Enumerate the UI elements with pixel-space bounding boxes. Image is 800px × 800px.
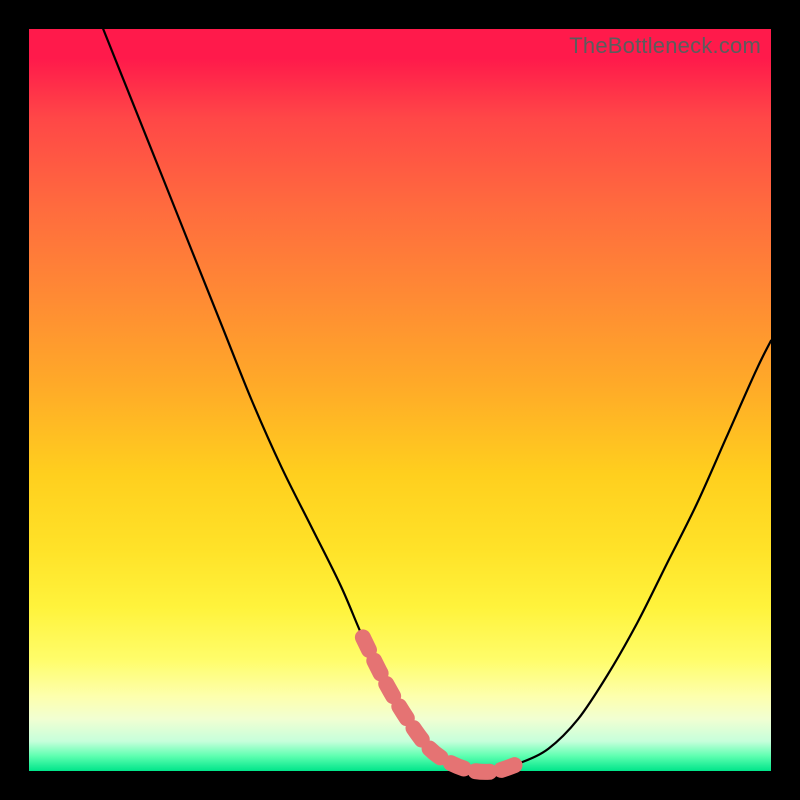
plot-area: TheBottleneck.com — [29, 29, 771, 771]
curve-layer — [29, 29, 771, 771]
bottleneck-curve — [103, 29, 771, 772]
bottleneck-curve-optimal-range — [363, 637, 519, 772]
chart-frame: TheBottleneck.com — [0, 0, 800, 800]
